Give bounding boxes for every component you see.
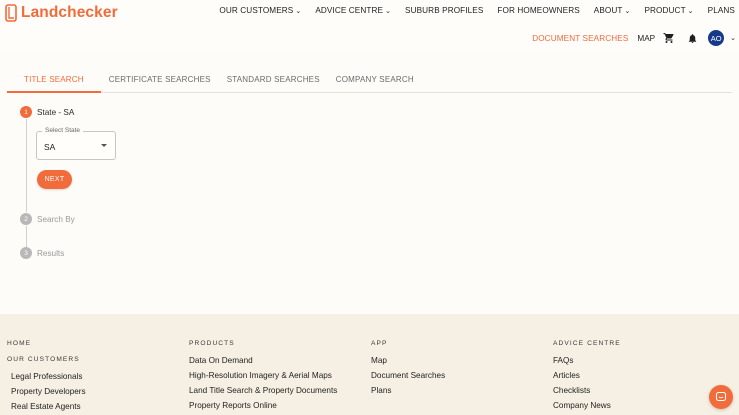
footer-link[interactable]: FAQs (553, 356, 621, 371)
footer-link[interactable]: Property Developers (7, 387, 86, 402)
map-link[interactable]: MAP (637, 34, 655, 43)
footer-link[interactable]: Land Title Search & Property Documents (189, 386, 337, 401)
nav-label: SUBURB PROFILES (405, 6, 484, 15)
footer-link[interactable]: Map (371, 356, 445, 371)
chevron-down-icon[interactable]: ⌄ (730, 34, 736, 42)
step-label: State - SA (37, 107, 75, 117)
nav-our-customers[interactable]: OUR CUSTOMERS ⌄ (219, 6, 301, 15)
avatar[interactable]: AO (708, 30, 725, 46)
chat-icon[interactable] (709, 385, 733, 409)
footer-link[interactable]: Company News (553, 401, 621, 415)
footer-column-app: APP Map Document Searches Plans (371, 340, 445, 401)
nav-suburb-profiles[interactable]: SUBURB PROFILES (405, 6, 483, 15)
state-select[interactable]: Select State SA (36, 127, 116, 160)
landchecker-logo[interactable]: Landchecker (5, 3, 118, 23)
footer-link[interactable]: Checklists (553, 386, 621, 401)
chevron-down-icon: ⌄ (385, 7, 392, 15)
step-1: 1 State - SA (20, 106, 74, 118)
step-3: 3 Results (20, 247, 64, 259)
select-label: Select State (42, 127, 84, 134)
nav-label: ADVICE CENTRE (315, 6, 384, 15)
step-label: Search By (37, 214, 75, 224)
footer-link[interactable]: Articles (553, 371, 621, 386)
footer-link[interactable]: Legal Professionals (7, 372, 86, 387)
footer-link[interactable]: Plans (371, 386, 445, 401)
nav-about[interactable]: ABOUT ⌄ (594, 6, 631, 15)
step-number: 3 (20, 247, 32, 259)
nav-product[interactable]: PRODUCT ⌄ (644, 6, 693, 15)
brand-name: Landchecker (21, 4, 118, 21)
tab-standard-searches[interactable]: STANDARD SEARCHES (219, 69, 328, 93)
footer-link[interactable]: Real Estate Agents (7, 402, 86, 415)
footer-heading[interactable]: HOME (7, 340, 86, 356)
nav-label: FOR HOMEOWNERS (497, 6, 580, 15)
step-number: 1 (20, 106, 32, 118)
nav-label: PLANS (707, 6, 735, 15)
footer-column-advice-centre: ADVICE CENTRE FAQs Articles Checklists C… (553, 340, 621, 415)
footer-link[interactable]: Document Searches (371, 371, 445, 386)
chevron-down-icon: ⌄ (687, 7, 694, 15)
nav-for-homeowners[interactable]: FOR HOMEOWNERS (497, 6, 579, 15)
footer-link[interactable]: Property Reports Online (189, 401, 337, 415)
footer-subheading[interactable]: OUR CUSTOMERS (7, 356, 86, 372)
top-navigation: Landchecker OUR CUSTOMERS ⌄ ADVICE CENTR… (0, 0, 739, 52)
footer-heading: APP (371, 340, 388, 347)
footer: HOME OUR CUSTOMERS Legal Professionals P… (0, 314, 739, 415)
footer-column-products: PRODUCTS Data On Demand High-Resolution … (189, 340, 337, 415)
footer-heading: ADVICE CENTRE (553, 340, 621, 347)
tab-certificate-searches[interactable]: CERTIFICATE SEARCHES (101, 69, 219, 93)
footer-link[interactable]: High-Resolution Imagery & Aerial Maps (189, 371, 337, 386)
stepper-connector (25, 119, 27, 212)
chevron-down-icon: ⌄ (295, 7, 302, 15)
nav-label: PRODUCT (644, 6, 686, 15)
footer-column-home: HOME OUR CUSTOMERS Legal Professionals P… (7, 340, 86, 415)
nav-label: OUR CUSTOMERS (219, 6, 294, 15)
main-nav: OUR CUSTOMERS ⌄ ADVICE CENTRE ⌄ SUBURB P… (205, 6, 735, 15)
stepper-connector (25, 226, 27, 247)
document-searches-link[interactable]: DOCUMENT SEARCHES (532, 34, 628, 43)
step-2: 2 Search By (20, 213, 75, 225)
tab-title-search[interactable]: TITLE SEARCH (7, 69, 101, 93)
footer-link[interactable]: Data On Demand (189, 356, 337, 371)
user-toolbar: DOCUMENT SEARCHES MAP AO ⌄ (532, 30, 736, 46)
logo-icon (5, 4, 17, 22)
search-tabs: TITLE SEARCH CERTIFICATE SEARCHES STANDA… (7, 69, 732, 93)
nav-advice-centre[interactable]: ADVICE CENTRE ⌄ (315, 6, 391, 15)
footer-heading: PRODUCTS (189, 340, 235, 347)
nav-label: ABOUT (593, 6, 623, 15)
tab-company-search[interactable]: COMPANY SEARCH (328, 69, 422, 93)
next-button[interactable]: NEXT (37, 170, 72, 189)
bell-icon[interactable] (685, 31, 699, 45)
select-value: SA (44, 142, 56, 152)
step-label: Results (37, 248, 65, 258)
caret-down-icon (101, 144, 107, 147)
nav-plans[interactable]: PLANS (708, 6, 735, 15)
chevron-down-icon: ⌄ (624, 7, 631, 15)
cart-icon[interactable] (662, 31, 676, 45)
step-number: 2 (20, 213, 32, 225)
